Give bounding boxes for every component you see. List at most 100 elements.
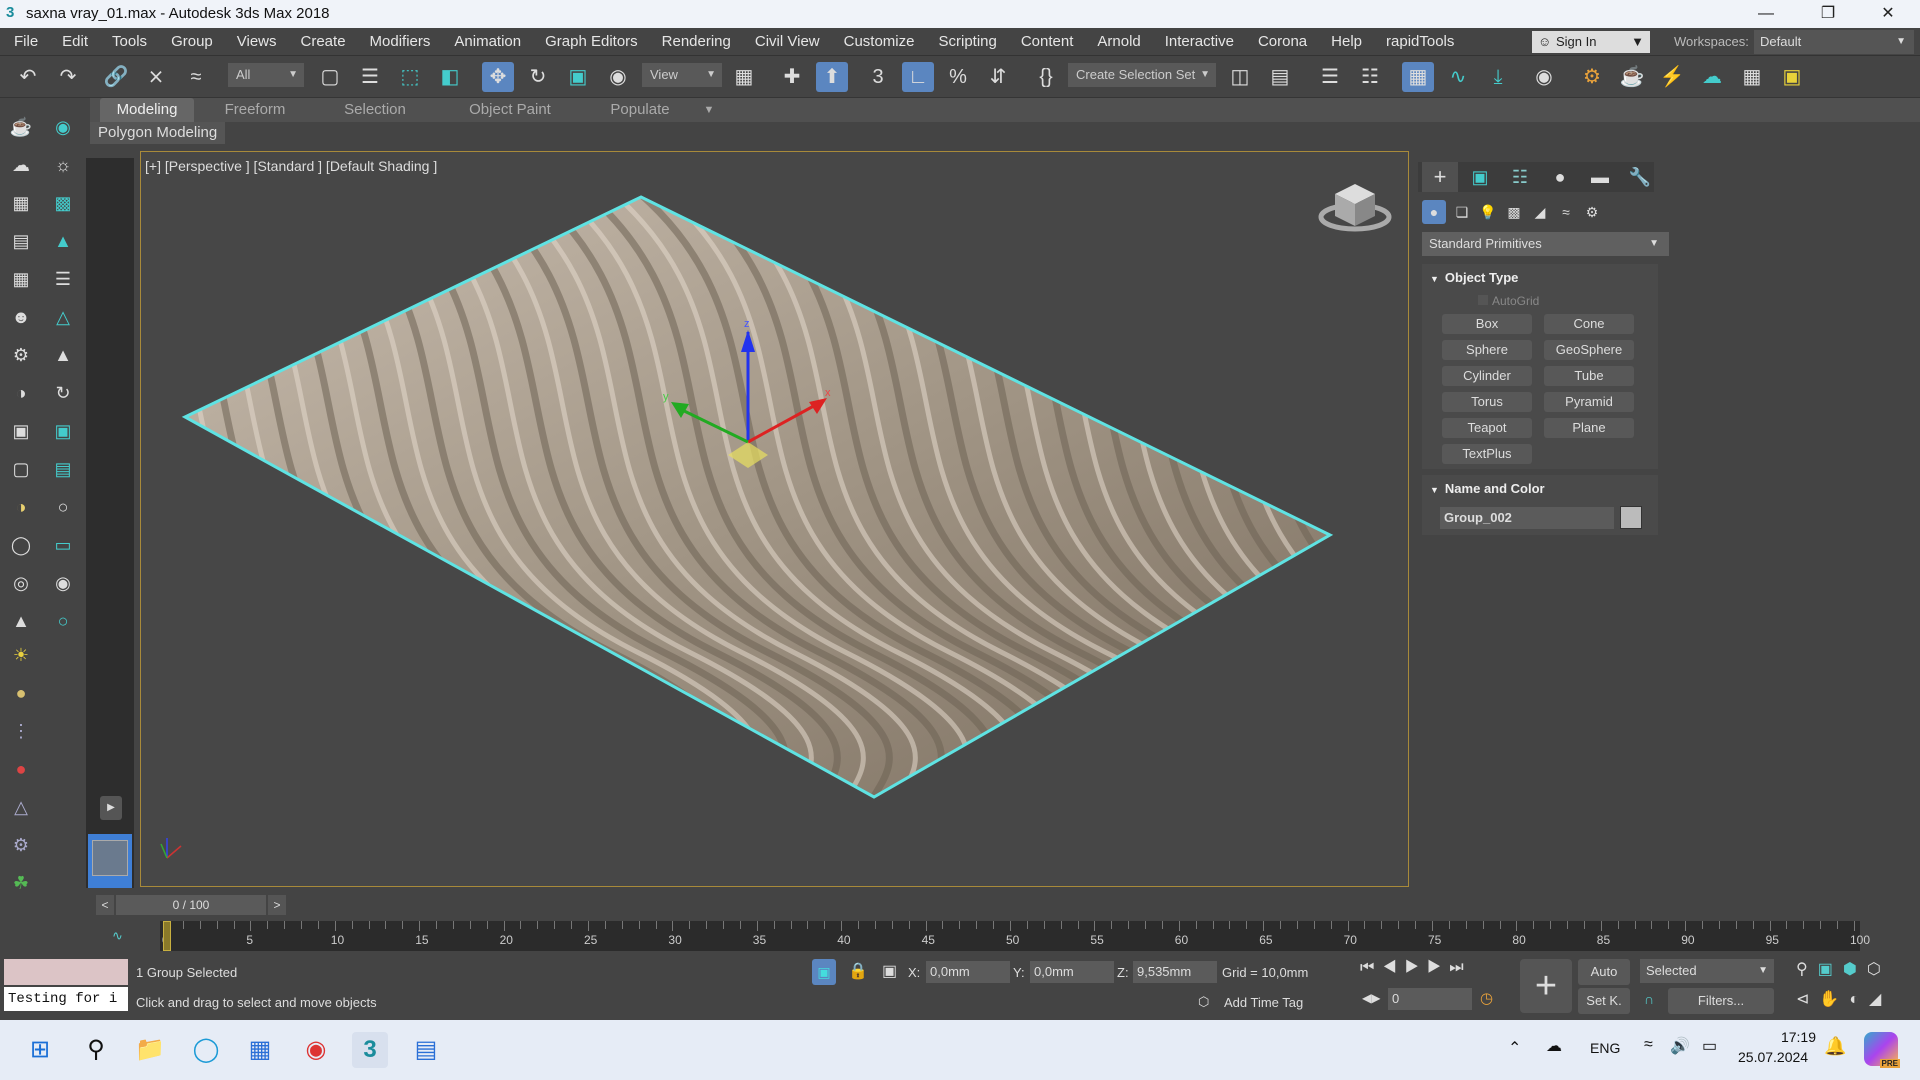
edit-named-selection-icon[interactable]: {} [1030,62,1062,92]
menu-modifiers[interactable]: Modifiers [358,28,443,55]
motion-tab-icon[interactable]: ● [1542,162,1578,192]
character-icon[interactable]: ☻ [8,304,34,330]
set-key-button[interactable]: Set K. [1578,988,1630,1014]
bone-icon[interactable]: △ [50,304,76,330]
perspective-viewport[interactable]: [+] [Perspective ] [Standard ] [Default … [140,151,1409,887]
menu-civil-view[interactable]: Civil View [743,28,832,55]
menu-corona[interactable]: Corona [1246,28,1319,55]
go-to-start-icon[interactable]: ⏮ [1360,959,1382,976]
set-key-big-button[interactable]: + [1520,959,1572,1013]
workspace-dropdown[interactable]: Default ▼ [1754,30,1914,54]
align-icon[interactable]: ▤ [1264,62,1296,92]
time-slider[interactable]: < 0 / 100 > [96,895,292,915]
ribbon-toggle-icon[interactable]: ▦ [1402,62,1434,92]
camera-icon[interactable]: ▩ [50,190,76,216]
menu-create[interactable]: Create [289,28,358,55]
scene-explorer-icon[interactable]: ☰ [1314,62,1346,92]
viewcube[interactable] [1318,184,1392,232]
object-name-input[interactable]: Group_002 [1440,507,1614,529]
render-icon[interactable]: ▣ [50,418,76,444]
time-slider-thumb[interactable]: 0 / 100 [116,895,266,915]
chrome-icon[interactable]: ◉ [298,1032,334,1068]
x-coordinate-input[interactable]: 0,0mm [926,961,1010,983]
name-and-color-header[interactable]: ▼ Name and Color [1430,481,1545,496]
document-icon[interactable]: ▤ [8,228,34,254]
utilities-tab-icon[interactable]: 🔧 [1622,162,1658,192]
cone-button[interactable]: Cone [1544,314,1634,334]
menu-graph-editors[interactable]: Graph Editors [533,28,650,55]
tab-modeling[interactable]: Modeling [100,98,194,122]
tab-selection[interactable]: Selection [330,98,420,122]
box-icon[interactable]: ▢ [8,456,34,482]
helpers-category-icon[interactable]: ◢ [1528,200,1552,224]
dope-sheet-icon[interactable]: ⤓ [1482,62,1514,92]
track-bar[interactable]: 0510152025303540455055606570758085909510… [160,921,1870,951]
select-scale-icon[interactable]: ▣ [562,62,594,92]
dome-icon[interactable]: ◑ [8,494,34,520]
maximize-viewport-icon[interactable]: ◢ [1869,991,1891,1008]
time-tag-icon[interactable]: ⬡ [1198,994,1209,1010]
unlink-icon[interactable]: ⨯ [140,62,172,92]
box-button[interactable]: Box [1442,314,1532,334]
menu-animation[interactable]: Animation [442,28,533,55]
autogrid-checkbox[interactable]: AutoGrid [1478,294,1539,308]
render-cloud-icon[interactable]: ☁ [1696,62,1728,92]
object-type-header[interactable]: ▼ Object Type [1430,270,1518,285]
menu-tools[interactable]: Tools [100,28,159,55]
auto-key-button[interactable]: Auto [1578,959,1630,985]
cylinder-button[interactable]: Cylinder [1442,366,1532,386]
tab-object-paint[interactable]: Object Paint [450,98,570,122]
tree-icon[interactable]: ▲ [50,228,76,254]
select-manipulate-icon[interactable]: ✚ [776,62,808,92]
named-selection-set-dropdown[interactable]: Create Selection Set ▼ [1068,63,1216,87]
zoom-icon[interactable]: ⚲ [1796,961,1818,978]
schematic-view-icon[interactable]: ◉ [1528,62,1560,92]
next-key-icon[interactable]: ▶ [1427,959,1449,976]
onedrive-offline-icon[interactable]: ☁ [1546,1036,1562,1056]
geometry-category-icon[interactable]: ● [1422,200,1446,224]
tab-freeform[interactable]: Freeform [210,98,300,122]
zoom-extents-all-icon[interactable]: ⬡ [1867,961,1891,978]
start-icon[interactable]: ⊞ [22,1032,58,1068]
biped-icon[interactable]: ▲ [50,342,76,368]
minimize-button[interactable]: — [1736,0,1796,28]
mixer-icon[interactable]: ● [8,756,34,782]
key-filters-button[interactable]: Filters... [1668,988,1774,1014]
shapes-category-icon[interactable]: ❏ [1450,200,1474,224]
zoom-extents-icon[interactable]: ⬢ [1843,961,1867,978]
selection-filter-dropdown[interactable]: All ▼ [228,63,304,87]
reference-coordinate-dropdown[interactable]: View ▼ [642,63,722,87]
pyramid-button[interactable]: Pyramid [1544,392,1634,412]
menu-group[interactable]: Group [159,28,225,55]
geosphere-button[interactable]: GeoSphere [1544,340,1634,360]
rectangular-selection-icon[interactable]: ⬚ [394,62,426,92]
create-tab-icon[interactable]: + [1422,162,1458,192]
menu-scripting[interactable]: Scripting [926,28,1008,55]
bind-space-warp-icon[interactable]: ≈ [180,62,212,92]
select-place-icon[interactable]: ◉ [602,62,634,92]
grid-icon[interactable]: ▦ [8,266,34,292]
play-icon[interactable]: ▶ [1405,959,1427,976]
select-object-icon[interactable]: ▢ [314,62,346,92]
close-button[interactable]: ✕ [1858,0,1918,28]
keyboard-shortcut-override-icon[interactable]: ⬆ [816,62,848,92]
menu-rapidtools[interactable]: rapidTools [1374,28,1466,55]
list-icon[interactable]: ☰ [50,266,76,292]
absolute-mode-icon[interactable]: ▣ [882,961,897,981]
select-by-name-icon[interactable]: ☰ [354,62,386,92]
search-icon[interactable]: ⚲ [78,1032,114,1068]
maxscript-listener-pink[interactable] [4,959,128,985]
sun-light-icon[interactable]: ☀ [8,642,34,668]
prev-key-icon[interactable]: ◀ [1382,959,1404,976]
rotate-icon[interactable]: ↻ [50,380,76,406]
viewport-layout-thumbnail[interactable] [88,834,132,888]
zoom-all-icon[interactable]: ▣ [1818,961,1843,978]
spinner-snap-icon[interactable]: ⇵ [982,62,1014,92]
time-configuration-icon[interactable]: ◷ [1480,989,1493,1007]
select-move-icon[interactable]: ✥ [482,62,514,92]
display-icon[interactable]: ▭ [50,532,76,558]
percent-snap-icon[interactable]: % [942,62,974,92]
render-setup-icon[interactable]: ⚙ [1576,62,1608,92]
isolate-selection-icon[interactable]: ▣ [812,959,836,985]
bulb-icon[interactable]: ○ [50,608,76,634]
